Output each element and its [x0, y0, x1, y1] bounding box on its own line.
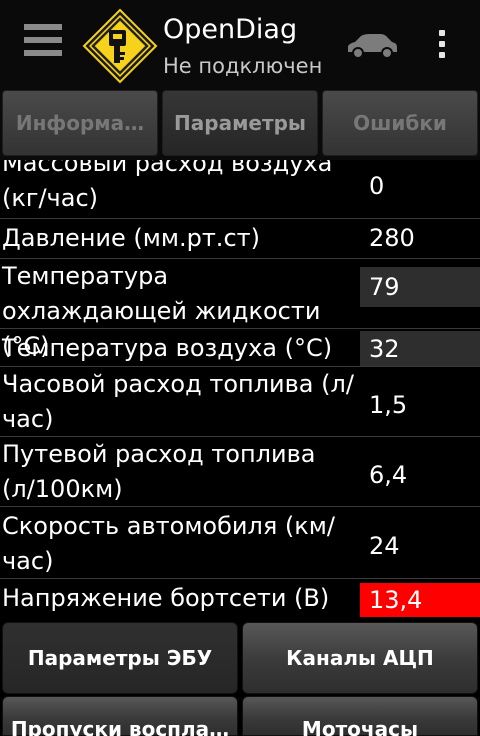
param-value: 79 [360, 267, 480, 307]
param-value: 6,4 [369, 461, 408, 489]
param-label: Напряжение бортсети (В) [2, 584, 330, 612]
connection-status: Не подключен [163, 54, 323, 78]
param-label: Давление (мм.рт.ст) [2, 224, 260, 252]
list-item: Давление (мм.рт.ст) 280 [0, 218, 480, 258]
overflow-icon[interactable] [436, 30, 448, 62]
hamburger-icon[interactable] [24, 24, 62, 64]
param-label: Скорость автомобиля (км/час) [2, 512, 335, 575]
list-item: Температура охлаждающей жидкости (°C) 79 [0, 258, 480, 360]
tab-errors[interactable]: Ошибки [322, 90, 478, 156]
param-label: Массовый расход воздуха (кг/час) [2, 160, 333, 212]
adc-channels-button[interactable]: Каналы АЦП [242, 622, 478, 694]
param-label: Путевой расход топлива (л/100км) [2, 440, 316, 503]
app-title: OpenDiag [163, 14, 298, 45]
param-value: 280 [369, 224, 415, 252]
list-item: Напряжение бортсети (В) 13,4 [0, 578, 480, 620]
misfires-button[interactable]: Пропуски воспла… [2, 696, 238, 736]
param-value: 24 [369, 532, 400, 560]
ecu-params-button[interactable]: Параметры ЭБУ [2, 622, 238, 694]
list-item: Часовой расход топлива (л/час) 1,5 [0, 366, 480, 436]
list-item: Массовый расход воздуха (кг/час) 0 [0, 160, 480, 216]
parameter-list[interactable]: Массовый расход воздуха (кг/час) 0 Давле… [0, 160, 480, 620]
action-bar: OpenDiag Не подключен [0, 0, 480, 88]
param-label: Часовой расход топлива (л/час) [2, 370, 354, 433]
tab-info[interactable]: Информа… [2, 90, 158, 156]
key-diamond-icon[interactable] [82, 8, 158, 84]
list-item: Температура воздуха (°C) 32 [0, 328, 480, 366]
list-item: Путевой расход топлива (л/100км) 6,4 [0, 436, 480, 506]
param-value: 0 [369, 172, 385, 200]
car-icon[interactable] [344, 32, 400, 60]
param-value: 32 [360, 331, 480, 366]
list-item: Скорость автомобиля (км/час) 24 [0, 506, 480, 578]
engine-hours-button[interactable]: Моточасы [242, 696, 478, 736]
tab-parameters[interactable]: Параметры [162, 90, 318, 156]
param-value-alert: 13,4 [360, 583, 480, 617]
param-label: Температура воздуха (°C) [2, 334, 333, 362]
param-value: 1,5 [369, 391, 408, 419]
tab-bar: Информа… Параметры Ошибки [0, 88, 480, 160]
